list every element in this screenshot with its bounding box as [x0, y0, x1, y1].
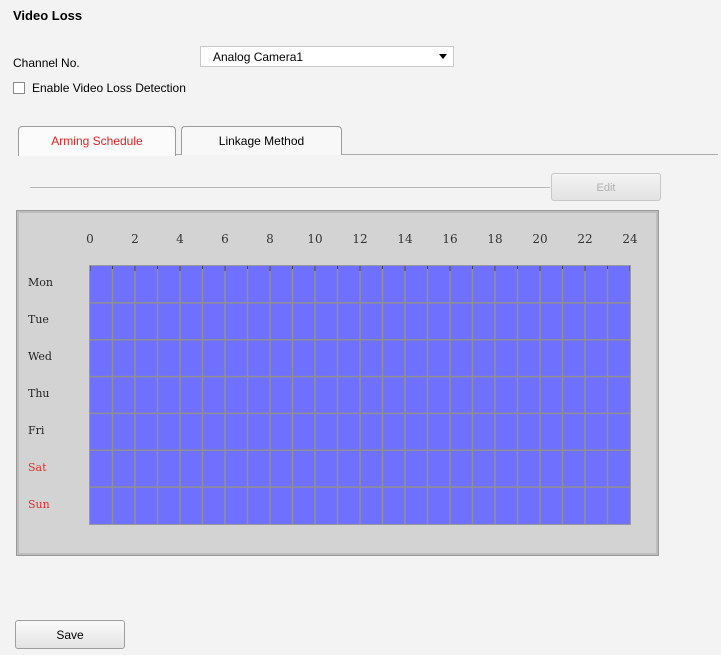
- hour-label: 16: [442, 232, 458, 246]
- enable-detection-row[interactable]: Enable Video Loss Detection: [13, 81, 186, 95]
- schedule-grid-lines: [89, 266, 631, 524]
- channel-label: Channel No.: [13, 56, 80, 70]
- hour-label: 24: [622, 232, 638, 246]
- chevron-down-icon: [439, 54, 447, 59]
- edit-button[interactable]: Edit: [551, 173, 661, 201]
- hour-label: 22: [577, 232, 593, 246]
- hour-label: 12: [352, 232, 368, 246]
- save-button[interactable]: Save: [15, 620, 125, 649]
- hour-label: 10: [307, 232, 323, 246]
- hour-label: 0: [86, 232, 94, 246]
- channel-select[interactable]: Analog Camera1: [200, 46, 454, 67]
- day-label-tue: Tue: [28, 313, 49, 327]
- day-label-wed: Wed: [28, 350, 52, 364]
- day-label-thu: Thu: [28, 387, 50, 400]
- channel-select-value: Analog Camera1: [213, 50, 304, 64]
- day-label-fri: Fri: [28, 423, 45, 437]
- page-title: Video Loss: [13, 8, 83, 23]
- hour-label: 2: [131, 232, 139, 246]
- day-label-mon: Mon: [28, 276, 53, 290]
- day-label-sun: Sun: [28, 497, 50, 511]
- hour-label: 14: [397, 232, 413, 246]
- day-label-sat: Sat: [28, 460, 47, 474]
- hour-label: 18: [487, 232, 503, 246]
- enable-detection-checkbox[interactable]: [13, 82, 25, 94]
- tab-arming-schedule[interactable]: Arming Schedule: [18, 126, 176, 156]
- hour-label: 8: [266, 232, 274, 246]
- hour-label: 20: [532, 232, 548, 246]
- hour-label: 6: [221, 232, 229, 246]
- schedule-grid[interactable]: [89, 265, 631, 525]
- hour-label: 4: [176, 232, 184, 246]
- edit-divider: [30, 187, 550, 188]
- tab-linkage-method[interactable]: Linkage Method: [181, 126, 342, 155]
- enable-detection-label: Enable Video Loss Detection: [32, 81, 186, 95]
